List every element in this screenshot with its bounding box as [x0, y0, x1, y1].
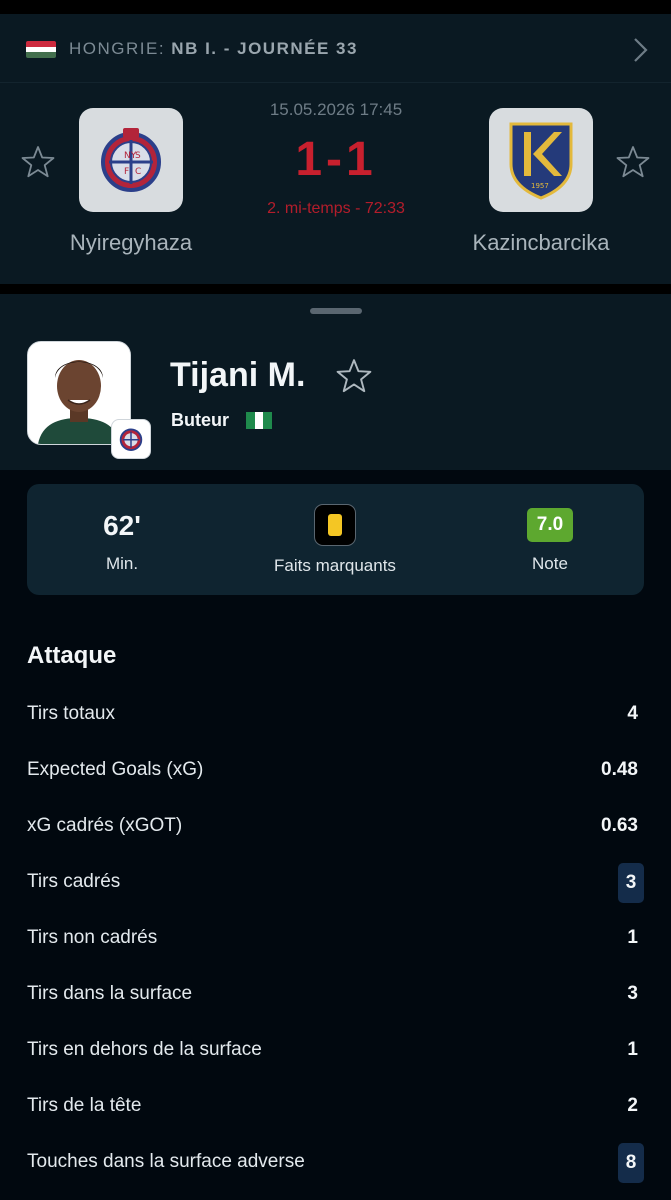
nyiregyhaza-small-crest-icon [119, 428, 143, 451]
match-score: 1-1 [295, 133, 377, 186]
kazincbarcika-crest-icon: 1957 [509, 122, 573, 200]
rating-stat: 7.0 Note [485, 484, 615, 595]
nyiregyhaza-crest-icon: NY S F C [101, 128, 161, 192]
rating-label: Note [532, 554, 568, 573]
stat-label: Expected Goals (xG) [27, 759, 204, 780]
away-team-logo[interactable]: 1957 [489, 108, 593, 212]
status-strip [0, 0, 671, 14]
stat-value: 3 [627, 983, 638, 1004]
stat-row: Tirs totaux 4 [27, 695, 644, 735]
stat-label: Tirs dans la surface [27, 983, 193, 1004]
svg-text:1957: 1957 [531, 182, 549, 190]
stat-label: Tirs en dehors de la surface [27, 1039, 262, 1060]
player-role: Buteur [171, 410, 229, 430]
highlights-label: Faits marquants [274, 556, 396, 575]
stat-label: Tirs totaux [27, 703, 115, 724]
player-club-badge [111, 419, 151, 459]
match-date: 15.05.2026 17:45 [269, 100, 403, 119]
yellow-card-icon [314, 504, 356, 546]
league-title: HONGRIE: NB I. - JOURNÉE 33 [69, 39, 358, 59]
favorite-away-star-icon[interactable] [616, 145, 650, 179]
svg-text:S: S [135, 151, 141, 161]
stat-value: 0.63 [601, 815, 638, 836]
stat-row: xG cadrés (xGOT) 0.63 [27, 807, 644, 847]
stat-row: Tirs dans la surface 3 [27, 975, 644, 1015]
highlights-stat[interactable]: Faits marquants [235, 484, 435, 595]
favorite-player-star-icon[interactable] [336, 358, 372, 394]
stat-value: 0.48 [601, 759, 638, 780]
stat-label: Touches dans la surface adverse [27, 1151, 305, 1172]
stat-value: 1 [627, 927, 638, 948]
minutes-value: 62' [103, 510, 141, 541]
home-team-name[interactable]: Nyiregyhaza [31, 230, 231, 256]
player-name: Tijani M. [170, 356, 306, 394]
hungary-flag-icon [26, 41, 56, 58]
match-status: 2. mi-temps - 72:33 [267, 200, 405, 217]
stat-value-highlight: 3 [618, 863, 644, 903]
stat-row: Tirs cadrés 3 [27, 863, 644, 903]
chevron-right-icon[interactable] [628, 36, 652, 64]
svg-text:F: F [124, 167, 129, 177]
league-bar[interactable]: HONGRIE: NB I. - JOURNÉE 33 [0, 14, 671, 83]
minutes-stat: 62' Min. [57, 484, 187, 595]
stat-label: Tirs de la tête [27, 1095, 142, 1116]
home-team-logo[interactable]: NY S F C [79, 108, 183, 212]
stat-row: Tirs non cadrés 1 [27, 919, 644, 959]
league-country: HONGRIE: [69, 39, 166, 58]
rating-badge: 7.0 [527, 508, 573, 542]
stat-row: Touches dans la surface adverse 8 [27, 1143, 644, 1183]
stat-row: Expected Goals (xG) 0.48 [27, 751, 644, 791]
match-header[interactable]: HONGRIE: NB I. - JOURNÉE 33 NY S F C Nyi… [0, 14, 671, 284]
nigeria-flag-icon [246, 412, 273, 429]
svg-text:C: C [135, 167, 141, 177]
stat-row: Tirs en dehors de la surface 1 [27, 1031, 644, 1071]
sheet-divider [0, 284, 671, 294]
drag-handle[interactable] [310, 308, 362, 314]
player-summary: 62' Min. Faits marquants 7.0 Note [27, 484, 644, 595]
stat-value-highlight: 8 [618, 1143, 644, 1183]
stat-label: Tirs cadrés [27, 871, 121, 892]
minutes-label: Min. [105, 554, 139, 573]
stat-value: 2 [627, 1095, 638, 1116]
favorite-home-star-icon[interactable] [21, 145, 55, 179]
section-title: Attaque [27, 642, 117, 669]
player-header: Tijani M. Buteur [0, 294, 671, 470]
stat-value: 4 [627, 703, 638, 724]
away-team-name[interactable]: Kazincbarcika [441, 230, 641, 256]
stat-value: 1 [627, 1039, 638, 1060]
league-name: NB I. - JOURNÉE 33 [171, 39, 358, 58]
stat-label: Tirs non cadrés [27, 927, 158, 948]
stat-label: xG cadrés (xGOT) [27, 815, 183, 836]
stat-row: Tirs de la tête 2 [27, 1087, 644, 1127]
